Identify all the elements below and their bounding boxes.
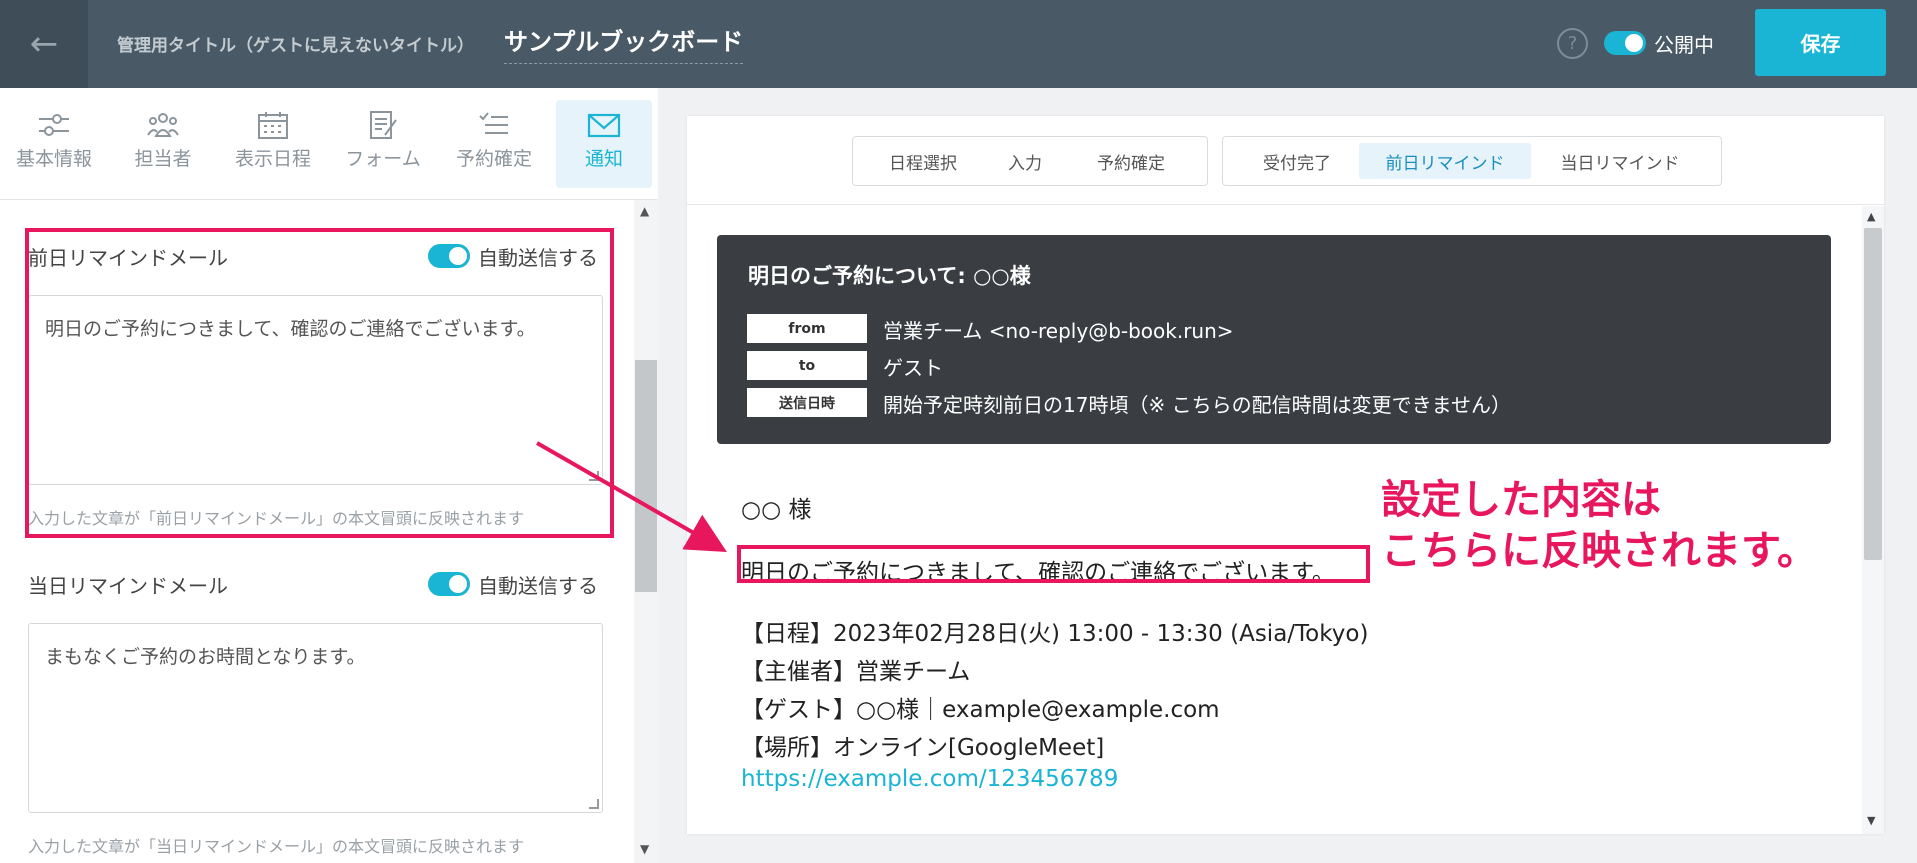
tab-label: フォーム xyxy=(345,148,421,170)
tab-staff[interactable]: 担当者 xyxy=(115,100,211,188)
scroll-down-icon[interactable]: ▼ xyxy=(1867,814,1875,827)
preview-scrollbar-thumb[interactable] xyxy=(1864,228,1882,560)
checklist-icon xyxy=(479,112,508,134)
annotation-highlight-intro xyxy=(737,545,1370,583)
book-title-field[interactable]: サンプルブックボード xyxy=(504,22,744,64)
same-day-message-input[interactable]: まもなくご予約のお時間となります。 xyxy=(28,623,603,813)
publish-label: 公開中 xyxy=(1654,33,1714,57)
from-value: 営業チーム <no-reply@b-book.run> xyxy=(883,319,1234,343)
same-day-reminder-title: 当日リマインドメール xyxy=(28,574,228,598)
preview-tab-date-select[interactable]: 日程選択 xyxy=(867,143,979,179)
to-value: ゲスト xyxy=(883,356,943,380)
same-day-message-text: まもなくご予約のお時間となります。 xyxy=(45,646,366,668)
scroll-up-icon[interactable]: ▲ xyxy=(1867,210,1875,223)
annotation-line-1: 設定した内容は xyxy=(1381,477,1661,523)
same-day-helper-text: 入力した文章が「当日リマインドメール」の本文冒頭に反映されます xyxy=(28,837,525,856)
sent-time-tag: 送信日時 xyxy=(747,388,867,417)
annotation-callout: 設定した内容は こちらに反映されます。 xyxy=(1381,475,1817,577)
tab-label: 担当者 xyxy=(134,148,192,170)
form-icon xyxy=(370,111,397,139)
resize-handle-icon[interactable] xyxy=(589,799,599,809)
tab-label: 表示日程 xyxy=(234,148,311,170)
to-tag: to xyxy=(747,351,867,380)
sliders-icon xyxy=(39,114,69,136)
from-tag: from xyxy=(747,314,867,343)
sent-time-value: 開始予定時刻前日の17時頃（※ こちらの配信時間は変更できません） xyxy=(883,393,1511,417)
same-day-auto-send-label: 自動送信する xyxy=(478,574,598,598)
preview-tab-prev-day-remind[interactable]: 前日リマインド xyxy=(1359,143,1531,179)
preview-tab-group-mail: 受付完了 前日リマインド 当日リマインド xyxy=(1222,136,1722,186)
publish-toggle[interactable] xyxy=(1604,31,1646,55)
calendar-icon xyxy=(258,112,288,139)
tab-notification[interactable]: 通知 xyxy=(556,100,652,188)
mail-greeting: ○○ 様 xyxy=(741,497,812,523)
annotation-highlight-input xyxy=(25,228,614,538)
tab-basic-info[interactable]: 基本情報 xyxy=(6,100,102,188)
admin-title-label: 管理用タイトル（ゲストに見えないタイトル） xyxy=(117,36,474,56)
mail-schedule: 【日程】2023年02月28日(火) 13:00 - 13:30 (Asia/T… xyxy=(741,621,1369,647)
same-day-auto-send-toggle[interactable] xyxy=(428,572,470,596)
mail-icon xyxy=(587,113,621,138)
preview-tab-group-booking: 日程選択 入力 予約確定 xyxy=(852,136,1208,186)
settings-tabs: 基本情報 担当者 表示日程 フォーム 予約確定 通知 xyxy=(0,88,658,200)
mail-organizer: 【主催者】営業チーム xyxy=(741,659,971,685)
top-bar: ← 管理用タイトル（ゲストに見えないタイトル） サンプルブックボード ? 公開中… xyxy=(0,0,1917,88)
left-scrollbar-thumb[interactable] xyxy=(635,360,657,592)
help-icon[interactable]: ? xyxy=(1557,28,1588,59)
preview-tab-confirm[interactable]: 予約確定 xyxy=(1071,143,1191,179)
save-button[interactable]: 保存 xyxy=(1755,9,1886,76)
users-icon xyxy=(147,113,179,137)
scroll-down-icon[interactable]: ▼ xyxy=(640,842,649,856)
tab-form[interactable]: フォーム xyxy=(335,100,431,188)
tab-confirm[interactable]: 予約確定 xyxy=(446,100,542,188)
mail-meeting-link[interactable]: https://example.com/123456789 xyxy=(741,766,1118,792)
preview-tab-received[interactable]: 受付完了 xyxy=(1235,143,1359,179)
preview-tab-same-day-remind[interactable]: 当日リマインド xyxy=(1535,143,1705,179)
mail-subject: 明日のご予約について: ○○様 xyxy=(748,264,1031,288)
mail-place: 【場所】オンライン[GoogleMeet] xyxy=(741,735,1105,761)
back-arrow-icon: ← xyxy=(29,24,59,64)
mail-guest: 【ゲスト】○○様｜example@example.com xyxy=(741,697,1220,723)
preview-tab-input[interactable]: 入力 xyxy=(979,143,1071,179)
tab-label: 基本情報 xyxy=(15,148,92,170)
tab-display-schedule[interactable]: 表示日程 xyxy=(225,100,321,188)
tab-label: 通知 xyxy=(584,148,623,170)
annotation-line-2: こちらに反映されます。 xyxy=(1381,527,1817,574)
scroll-up-icon[interactable]: ▲ xyxy=(640,204,649,218)
tab-label: 予約確定 xyxy=(455,148,532,170)
back-button[interactable]: ← xyxy=(0,0,88,88)
preview-divider xyxy=(687,204,1884,205)
